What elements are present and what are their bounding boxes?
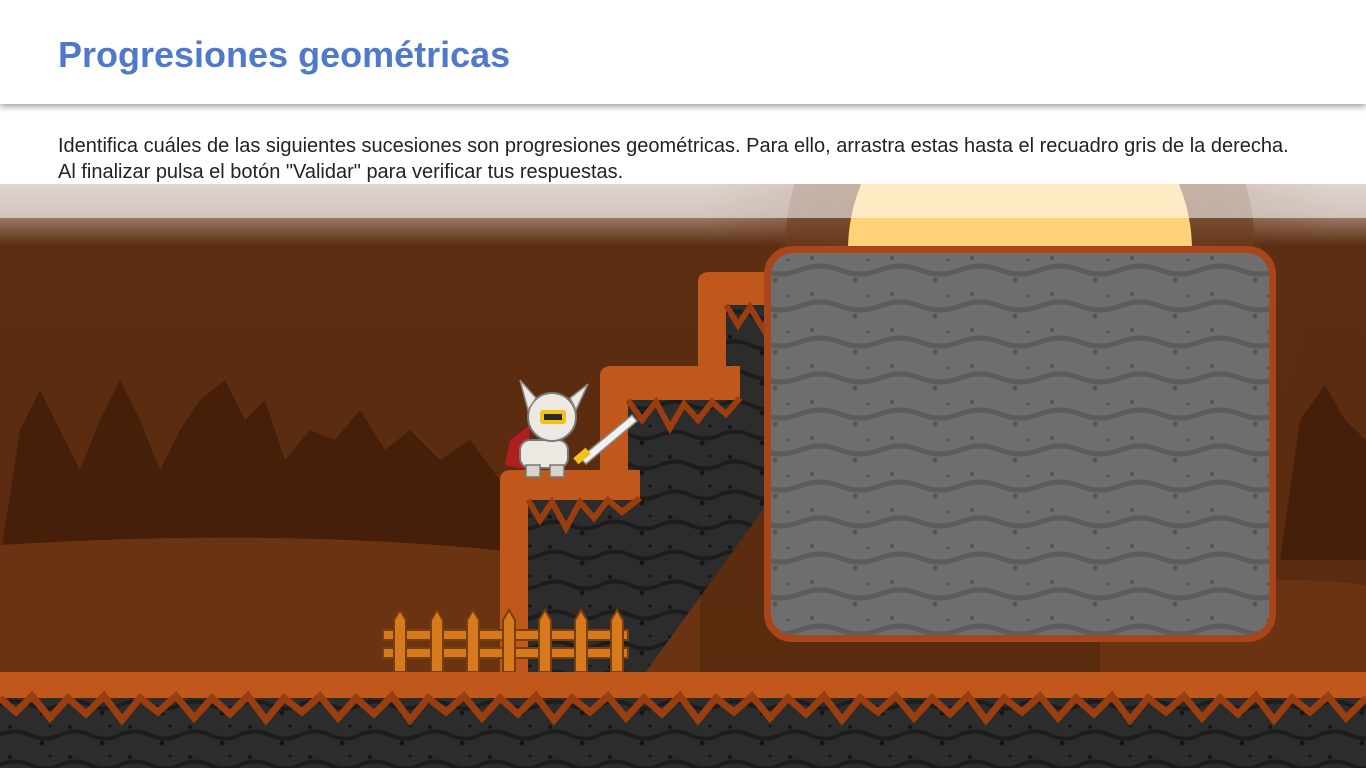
instructions-text: Identifica cuáles de las siguientes suce…	[58, 135, 1289, 183]
game-scene	[0, 0, 1366, 768]
header-bar: Progresiones geométricas	[0, 0, 1366, 104]
page-title: Progresiones geométricas	[58, 34, 511, 75]
drop-zone[interactable]	[764, 246, 1276, 642]
ground	[0, 672, 1366, 768]
